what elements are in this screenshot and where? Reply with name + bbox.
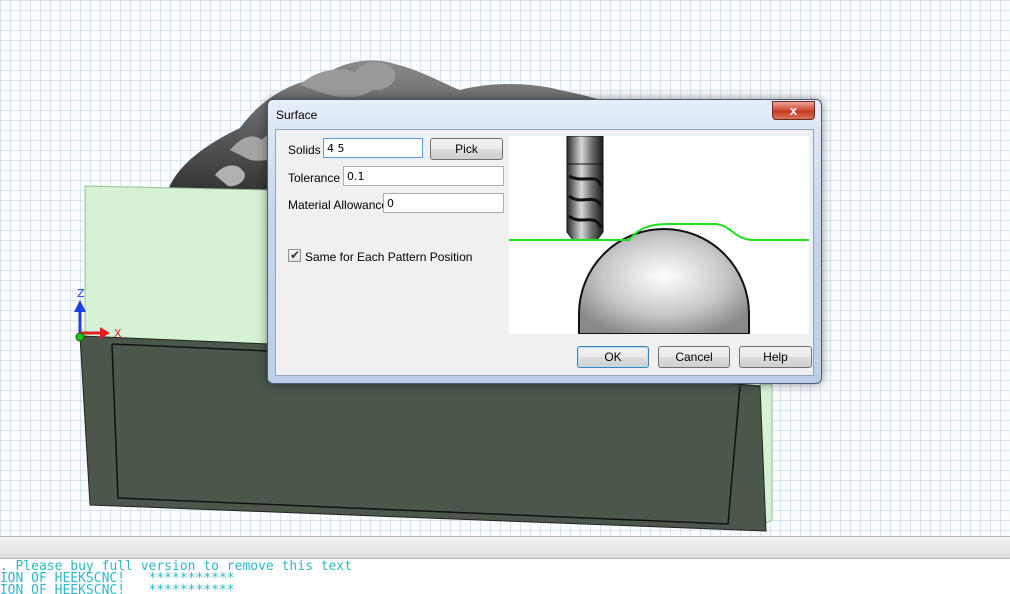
sphere-icon bbox=[578, 228, 750, 335]
close-button[interactable]: x bbox=[772, 101, 815, 120]
material-allowance-label: Material Allowance bbox=[288, 198, 389, 212]
check-icon: ✔ bbox=[290, 248, 301, 262]
axis-z-label: Z bbox=[77, 287, 85, 300]
same-for-each-label[interactable]: Same for Each Pattern Position bbox=[305, 250, 472, 264]
tolerance-label: Tolerance bbox=[288, 171, 341, 185]
material-allowance-input[interactable]: 0 bbox=[383, 193, 504, 213]
same-for-each-checkbox[interactable]: ✔ bbox=[288, 248, 301, 262]
solids-input[interactable]: 4 5 bbox=[323, 138, 423, 158]
ok-button[interactable]: OK bbox=[577, 346, 649, 368]
close-icon: x bbox=[789, 103, 798, 118]
dialog-client-area: Solids 4 5 Pick Tolerance 0.1 Material A… bbox=[275, 129, 814, 376]
axis-x-label: X bbox=[114, 327, 122, 340]
end-mill-icon bbox=[566, 135, 604, 241]
stock-top-face bbox=[84, 185, 269, 361]
dialog-title: Surface bbox=[276, 108, 318, 122]
tool-preview-image bbox=[509, 135, 809, 335]
pick-button[interactable]: Pick bbox=[430, 138, 503, 160]
surface-dialog: Surface x Solids 4 5 Pick Tolerance 0.1 … bbox=[267, 99, 822, 384]
cancel-button[interactable]: Cancel bbox=[658, 346, 730, 368]
console-line: SION OF HEEKSCNC! *********** bbox=[0, 583, 235, 594]
output-console[interactable]: C. Please buy full version to remove thi… bbox=[0, 559, 1010, 594]
solids-label: Solids bbox=[288, 143, 321, 157]
help-button[interactable]: Help bbox=[739, 346, 812, 368]
panel-splitter[interactable] bbox=[0, 536, 1010, 559]
tolerance-input[interactable]: 0.1 bbox=[343, 166, 504, 186]
